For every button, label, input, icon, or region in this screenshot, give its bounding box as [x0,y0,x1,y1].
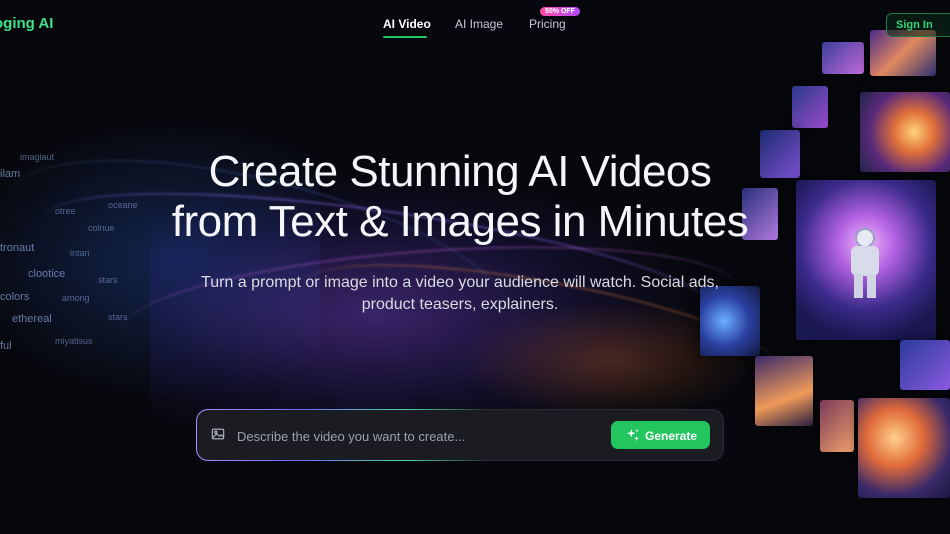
gallery-tile [792,86,828,128]
gallery-tile [858,398,950,498]
generate-button[interactable]: Generate [611,421,710,449]
prompt-bar: Generate [196,409,724,461]
hero-subtitle-line2: product teasers, explainers. [361,296,559,313]
prompt-input[interactable] [235,423,599,449]
image-upload-icon[interactable] [211,427,225,441]
discount-badge: 50% OFF [540,7,580,16]
gallery-tile [900,340,950,390]
background-word: miyatisus [55,336,93,346]
background-word: among [62,293,90,303]
background-word: stars [98,275,118,285]
prompt-box: Generate [197,410,723,460]
hero-subtitle-line1: Turn a prompt or image into a video your… [201,274,719,291]
gallery-tile [755,356,813,426]
background-word: ethereal [12,313,52,325]
background-word: clootice [28,268,66,280]
brand-logo[interactable]: oging AI [0,15,53,32]
sign-in-button[interactable]: Sign In [886,13,950,37]
background-word: stars [108,312,128,322]
active-tab-indicator [383,36,427,38]
nav-pricing[interactable]: Pricing [529,17,566,31]
hero-subtitle: Turn a prompt or image into a video your… [175,272,745,316]
top-navbar: oging AI AI Video AI Image Pricing 50% O… [0,0,950,48]
background-word: colors [0,291,30,303]
nav-ai-video[interactable]: AI Video [383,17,431,31]
nav-ai-image[interactable]: AI Image [455,17,503,31]
generate-button-label: Generate [645,429,698,443]
background-word: intan [70,248,90,258]
hero-title-line1: Create Stunning AI Videos [208,147,712,196]
hero-title-line2: from Text & Images in Minutes [171,197,749,246]
sparkle-icon [626,428,640,442]
gallery-tile [820,400,854,452]
background-word: ful [0,340,12,352]
